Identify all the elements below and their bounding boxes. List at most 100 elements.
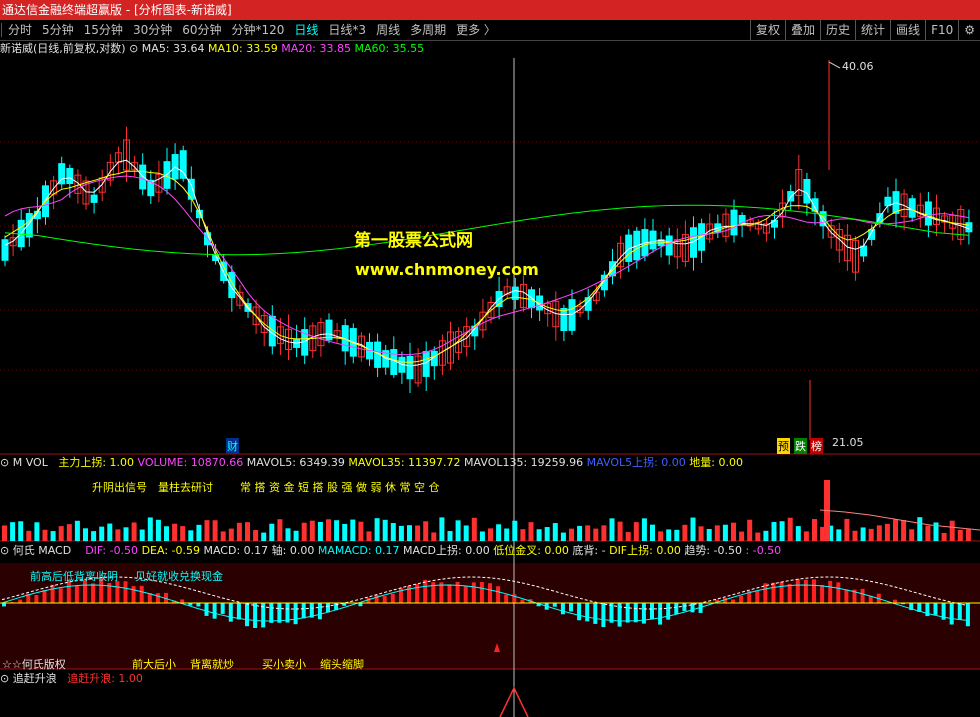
volume-bar: [99, 526, 105, 541]
volume-bar: [293, 530, 299, 541]
volume-bar: [641, 518, 647, 541]
volume-bar: [228, 528, 234, 541]
volume-bar: [731, 522, 736, 541]
macd-indicator-name[interactable]: 何氏 MACD: [13, 544, 71, 557]
volume-bar: [787, 517, 793, 541]
volume-bar: [164, 526, 169, 541]
low-volume-value: 地量: 0.00: [689, 456, 743, 469]
volume-bar: [269, 523, 275, 541]
volume-bar: [747, 519, 753, 541]
macd-bar: [115, 581, 120, 603]
rank-tag[interactable]: 榜: [810, 438, 823, 454]
zg-value: 追赶升浪: 1.00: [67, 672, 143, 685]
zg-dropdown-icon[interactable]: ⊙: [0, 672, 9, 685]
volume-bar: [909, 529, 915, 541]
volume-bar: [415, 525, 421, 541]
low-golden-cross-value: 低位金叉: 0.00: [493, 544, 569, 557]
macd-bar: [293, 603, 298, 625]
volume-bar: [893, 519, 898, 541]
fall-tag[interactable]: 跌: [794, 438, 807, 454]
volume-note-signal: 升阴出信号: [92, 481, 147, 494]
macd-bar: [74, 585, 79, 603]
dropdown-circle-icon[interactable]: ⊙: [129, 42, 138, 55]
volume-bar: [504, 528, 510, 541]
macd-bar: [245, 603, 249, 627]
macd-bar: [601, 603, 606, 627]
macd-bar: [123, 581, 128, 603]
forecast-tag[interactable]: 预: [777, 438, 790, 454]
candle-body: [665, 235, 673, 256]
volume-value: VOLUME: 10870.66: [137, 456, 244, 469]
mamacd-value: MAMACD: 0.17: [317, 544, 400, 557]
volume-bar: [58, 526, 64, 541]
volume-indicator-name[interactable]: M VOL: [13, 456, 48, 469]
trend-value: 趋势: -0.50: [684, 544, 743, 557]
macd-bar: [374, 594, 379, 603]
volume-bar: [390, 523, 396, 541]
volume-bar: [236, 522, 242, 541]
volume-bar: [196, 524, 202, 541]
volume-bar: [172, 523, 178, 541]
ma60-value: MA60: 35.55: [354, 42, 425, 55]
volume-bar: [585, 525, 591, 541]
volume-bar: [301, 522, 307, 541]
price-low-label: 21.05: [832, 436, 864, 449]
volume-bar: [536, 529, 542, 541]
macd-bar: [755, 590, 760, 603]
volume-bar: [18, 521, 24, 541]
volume-bar: [601, 525, 607, 541]
volume-bar: [795, 526, 801, 541]
volume-bar: [658, 531, 664, 541]
macd-dropdown-icon[interactable]: ⊙: [0, 544, 9, 557]
macd-note-cautious: 缩头缩脚: [320, 658, 364, 671]
volume-bar: [682, 524, 688, 541]
volume-dropdown-icon[interactable]: ⊙: [0, 456, 9, 469]
candle-body: [560, 307, 568, 332]
volume-bar: [577, 525, 583, 541]
volume-bar: [407, 525, 412, 541]
macd-bar: [820, 585, 825, 603]
volume-bar: [739, 531, 745, 541]
macd-bar: [633, 603, 638, 623]
volume-bar: [285, 528, 291, 541]
volume-bar: [74, 520, 80, 541]
volume-bar: [763, 530, 769, 541]
macd-bar: [803, 579, 808, 603]
candle-body: [803, 178, 811, 204]
macd-bar: [836, 582, 841, 603]
volume-bar: [180, 526, 186, 541]
macd-bar: [18, 599, 23, 603]
macd-bar: [58, 588, 63, 603]
macd-bar: [463, 585, 468, 603]
chart-canvas[interactable]: [0, 0, 980, 717]
candle-body: [568, 299, 576, 331]
volume-bar: [107, 523, 113, 541]
volume-bar: [844, 518, 850, 541]
candle-body: [90, 194, 98, 203]
volume-bar: [528, 522, 534, 541]
volume-bar: [374, 518, 380, 541]
volume-bar: [212, 520, 218, 541]
volume-bar: [358, 521, 364, 541]
candle-body: [1, 239, 9, 261]
volume-bar: [423, 521, 429, 541]
macd-bar: [253, 603, 258, 628]
volume-bar: [569, 528, 574, 541]
candle-body: [422, 351, 430, 377]
mavol5-value: MAVOL5: 6349.39: [246, 456, 345, 469]
macd-bar: [828, 580, 833, 603]
macd-note-copyright: ☆☆何氏版权: [2, 658, 66, 671]
volume-bar: [253, 530, 259, 541]
macd-bar: [650, 603, 654, 620]
volume-bar: [617, 521, 623, 541]
macd-bar: [131, 586, 136, 603]
finance-tag[interactable]: 财: [226, 438, 239, 454]
volume-note-strategy: 常 搭 资 金 短 搭 股 强 做 弱 休 常 空 仓: [240, 481, 440, 494]
volume-bar: [147, 517, 153, 541]
volume-bar: [633, 522, 639, 541]
mavol5-up-value: MAVOL5上拐: 0.00: [586, 456, 686, 469]
zg-indicator-name[interactable]: 追赶升浪: [13, 672, 57, 685]
macd-bar: [965, 603, 970, 627]
stock-name[interactable]: 新诺威(日线,前复权,对数): [0, 42, 126, 55]
macd-bar: [666, 603, 671, 620]
